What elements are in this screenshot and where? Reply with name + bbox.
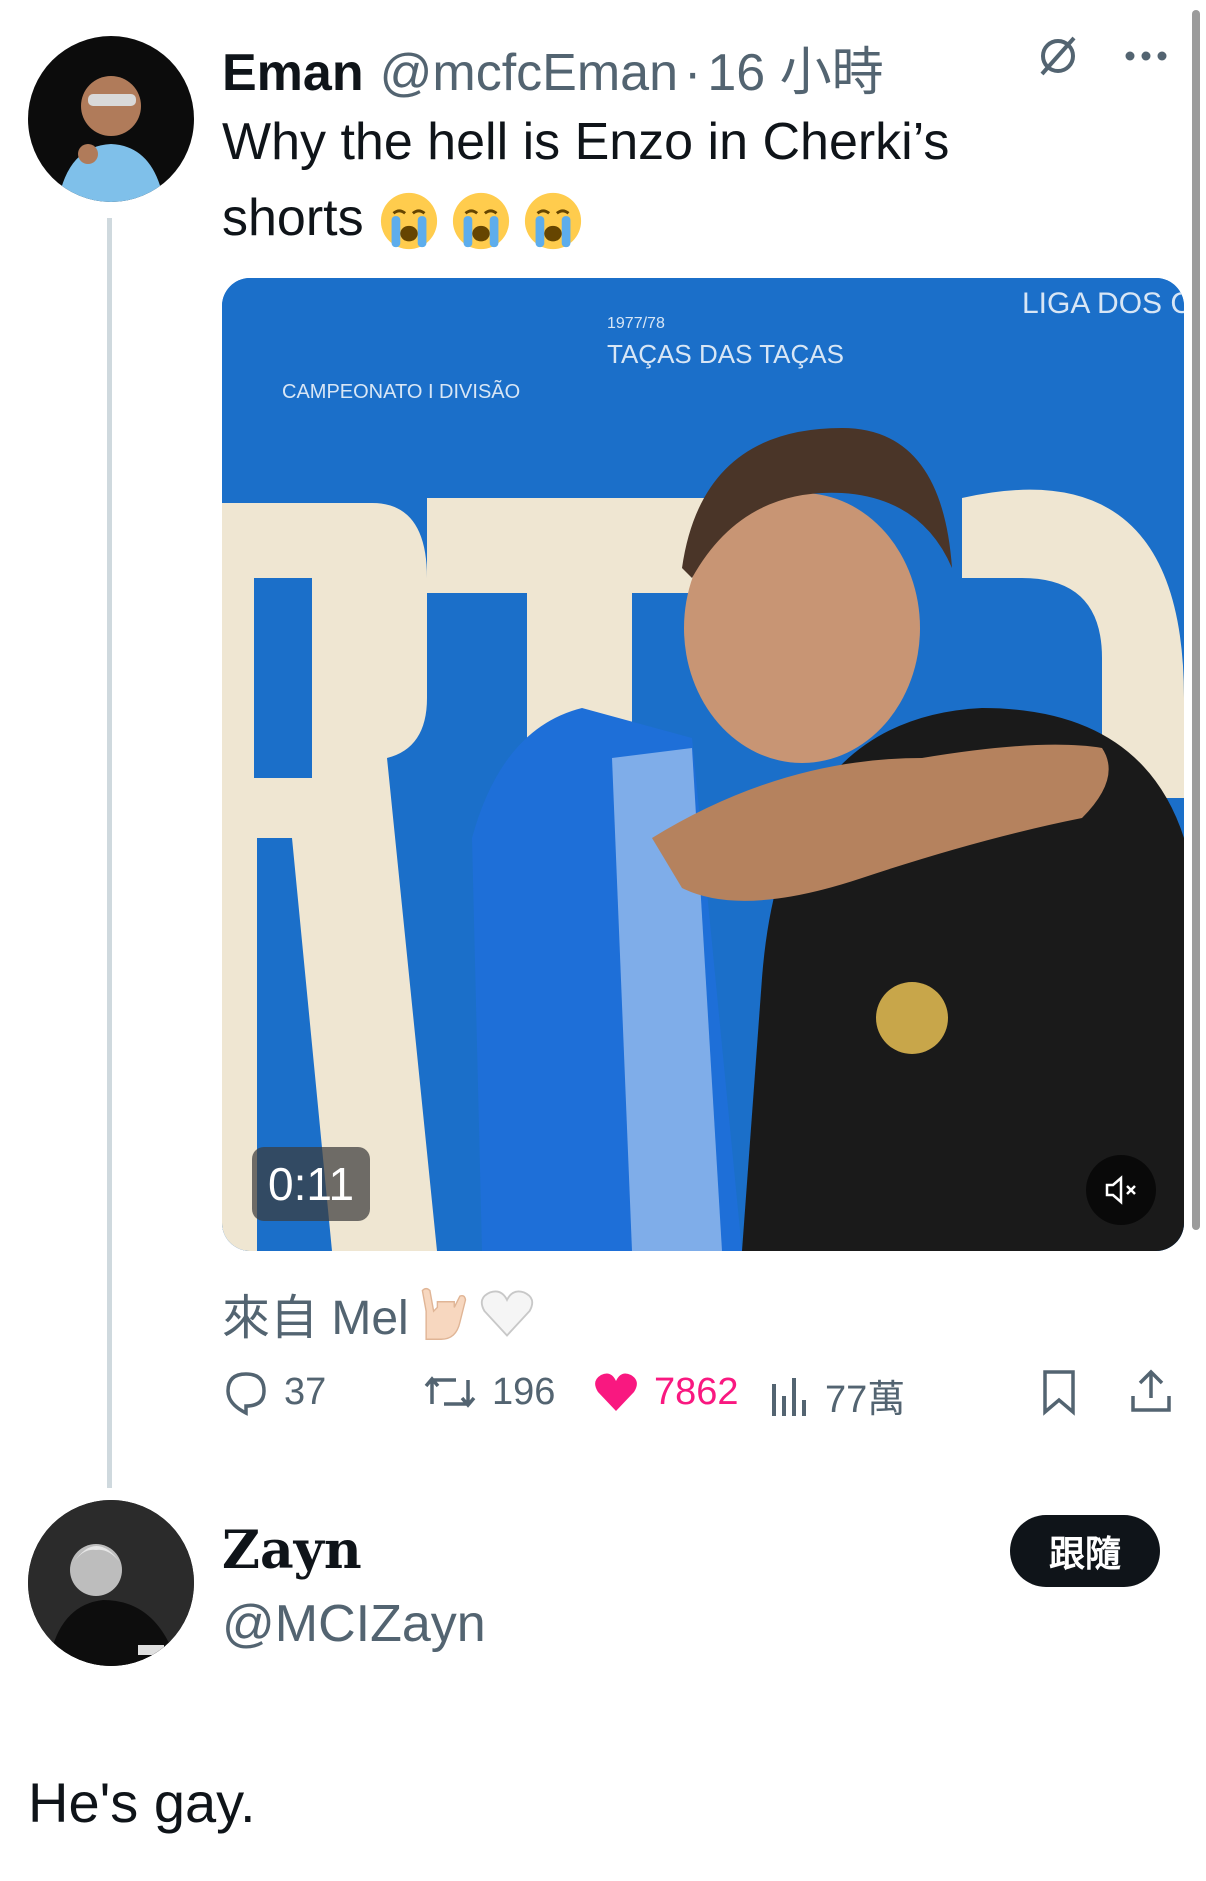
share-icon	[1131, 1369, 1171, 1412]
reply-author-name[interactable]: Zayn	[222, 1520, 362, 1581]
reply-icon	[226, 1372, 266, 1416]
repost-count: 196	[492, 1370, 556, 1413]
white-heart-icon	[480, 1290, 533, 1337]
video-timestamp: 0:11	[252, 1147, 371, 1221]
wall-text-liga: LIGA DOS CAMPEÕES	[1022, 286, 1184, 320]
video-frame: CAMPEONATO I DIVISÃO TAÇAS DAS TAÇAS 197…	[222, 278, 1184, 1251]
like-count: 7862	[654, 1370, 739, 1413]
wall-text-division: CAMPEONATO I DIVISÃO	[282, 379, 520, 403]
muted-speaker-icon	[1105, 1175, 1136, 1205]
heart-filled-icon	[595, 1373, 637, 1411]
author-avatar[interactable]	[28, 36, 194, 202]
header-separator: ·	[684, 44, 702, 102]
loudly-crying-face-icon	[380, 193, 437, 250]
bookmark-action[interactable]	[1037, 1368, 1081, 1416]
thread-line	[107, 218, 112, 1488]
crying-emoji-group	[378, 190, 584, 252]
views-chart-icon	[772, 1377, 806, 1416]
reply-count: 37	[284, 1370, 327, 1413]
wall-text-year: 1977/78	[607, 315, 665, 332]
tweet-time[interactable]: 16 小時	[707, 30, 883, 105]
love-you-gesture-icon	[421, 1287, 466, 1340]
like-action[interactable]: 7862	[592, 1368, 739, 1416]
share-action[interactable]	[1127, 1368, 1175, 1416]
views-count: 77萬	[825, 1379, 906, 1421]
reply-author-handle[interactable]: @MCIZayn	[222, 1594, 486, 1654]
tweet-text-body: Why the hell is Enzo in Cherki’s shorts	[222, 113, 950, 247]
follow-button[interactable]: 跟隨	[1010, 1515, 1160, 1587]
wall-text-tacas: TAÇAS DAS TAÇAS	[607, 339, 844, 369]
author-name[interactable]: Eman	[222, 43, 364, 103]
author-handle[interactable]: @mcfcEman	[380, 43, 678, 103]
bookmark-icon	[1043, 1370, 1075, 1416]
source-label: 來自 Mel	[222, 1292, 409, 1345]
tweet-header: Eman @mcfcEman · 16 小時	[222, 30, 884, 105]
header-actions	[1034, 32, 1170, 80]
views-action[interactable]: 77萬	[767, 1368, 905, 1423]
tweet-source[interactable]: 來自 Mel	[222, 1278, 537, 1348]
more-options-icon[interactable]	[1122, 46, 1170, 66]
repost-icon	[424, 1376, 476, 1408]
tweet-text: Why the hell is Enzo in Cherki’s shorts	[222, 104, 1082, 256]
tweet-actions: 37 196 7862 77萬	[222, 1368, 1182, 1428]
reply-text: He's gay.	[28, 1771, 256, 1834]
loudly-crying-face-icon	[524, 193, 581, 250]
loudly-crying-face-icon	[452, 193, 509, 250]
reply-author-avatar[interactable]	[28, 1500, 194, 1666]
repost-action[interactable]: 196	[422, 1368, 555, 1416]
grok-icon[interactable]	[1034, 32, 1082, 80]
tweet-video[interactable]: CAMPEONATO I DIVISÃO TAÇAS DAS TAÇAS 197…	[222, 278, 1184, 1251]
scrollbar[interactable]	[1192, 10, 1200, 1230]
mute-button[interactable]	[1086, 1155, 1156, 1225]
reply-action[interactable]: 37	[222, 1368, 326, 1416]
